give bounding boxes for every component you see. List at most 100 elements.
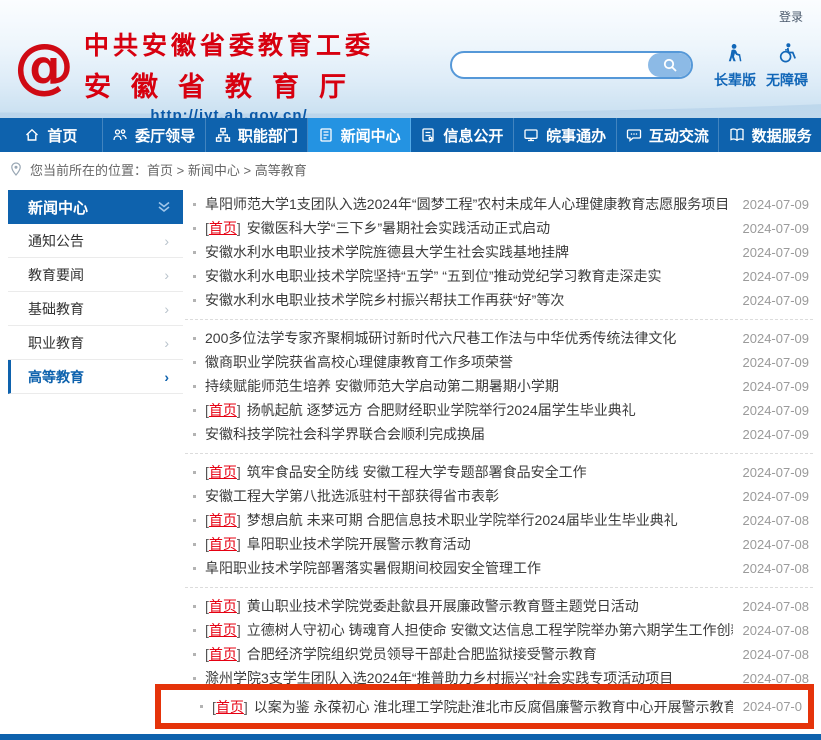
flag-label[interactable]: 首页 xyxy=(209,646,237,662)
bullet-icon xyxy=(193,275,196,278)
news-date: 2024-07-09 xyxy=(743,293,814,308)
news-list-item[interactable]: 安徽水利水电职业技术学院坚持“五学” “五到位”推动党纪学习教育走深走实2024… xyxy=(185,264,813,288)
front-page-flag: [首页] xyxy=(205,644,241,664)
news-list-item[interactable]: [首页]黄山职业技术学院党委赴歙县开展廉政警示教育暨主题党日活动2024-07-… xyxy=(185,594,813,618)
news-list-item[interactable]: [首页]梦想启航 未来可期 合肥信息技术职业学院举行2024届毕业生毕业典礼20… xyxy=(185,508,813,532)
login-link[interactable]: 登录 xyxy=(779,8,803,25)
breadcrumb-link[interactable]: 高等教育 xyxy=(255,163,307,178)
news-list-item[interactable]: [首页]扬帆起航 逐梦远方 合肥财经职业学院举行2024届学生毕业典礼2024-… xyxy=(185,398,813,422)
news-list-item[interactable]: 阜阳师范大学1支团队入选2024年“圆梦工程”农村未成年人心理健康教育志愿服务项… xyxy=(185,192,813,216)
news-title[interactable]: 安徽医科大学“三下乡”暑期社会实践活动正式启动 xyxy=(247,218,733,238)
news-list-item[interactable]: 阜阳职业技术学院部署落实暑假期间校园安全管理工作2024-07-08 xyxy=(185,556,813,580)
news-title[interactable]: 阜阳职业技术学院开展警示教育活动 xyxy=(247,534,733,554)
news-title[interactable]: 安徽水利水电职业技术学院旌德县大学生社会实践基地挂牌 xyxy=(205,242,733,262)
news-title[interactable]: 合肥经济学院组织党员领导干部赴合肥监狱接受警示教育 xyxy=(247,644,733,664)
flag-bracket: ] xyxy=(237,464,241,480)
nav-item-label: 皖事通办 xyxy=(546,125,606,146)
nav-item-home[interactable]: 首页 xyxy=(0,118,103,152)
sidebar-item-教育要闻[interactable]: 教育要闻› xyxy=(8,258,183,292)
news-date: 2024-07-0 xyxy=(743,699,806,714)
sidebar-item-职业教育[interactable]: 职业教育› xyxy=(8,326,183,360)
breadcrumb: 您当前所在的位置： 首页 > 新闻中心 > 高等教育 xyxy=(0,152,821,186)
nav-item-disclosure[interactable]: 信息公开 xyxy=(411,118,514,152)
news-list-item[interactable]: 安徽工程大学第八批选派驻村干部获得省市表彰2024-07-09 xyxy=(185,484,813,508)
nav-item-news[interactable]: 新闻中心 xyxy=(308,118,411,152)
flag-label[interactable]: 首页 xyxy=(209,464,237,480)
news-list-item[interactable]: 安徽水利水电职业技术学院乡村振兴帮扶工作再获“好”等次 2024-07-09 xyxy=(185,288,813,312)
news-title[interactable]: 筑牢食品安全防线 安徽工程大学专题部署食品安全工作 xyxy=(247,462,733,482)
nav-item-interaction[interactable]: 互动交流 xyxy=(617,118,720,152)
bullet-icon xyxy=(193,471,196,474)
news-list: 阜阳师范大学1支团队入选2024年“圆梦工程”农村未成年人心理健康教育志愿服务项… xyxy=(185,192,813,690)
breadcrumb-link[interactable]: 新闻中心 xyxy=(188,163,240,178)
news-title[interactable]: 扬帆起航 逐梦远方 合肥财经职业学院举行2024届学生毕业典礼 xyxy=(247,400,733,420)
sidebar-item-高等教育[interactable]: 高等教育› xyxy=(8,360,183,394)
flag-label[interactable]: 首页 xyxy=(209,220,237,236)
accessibility-button[interactable]: 无障碍 xyxy=(760,42,814,90)
news-list-item[interactable]: [首页]阜阳职业技术学院开展警示教育活动2024-07-08 xyxy=(185,532,813,556)
document-list-icon xyxy=(420,127,436,143)
search-button[interactable] xyxy=(648,53,691,77)
nav-item-data[interactable]: 数据服务 xyxy=(719,118,821,152)
nav-item-services[interactable]: 皖事通办 xyxy=(514,118,617,152)
nav-item-leaders[interactable]: 委厅领导 xyxy=(103,118,206,152)
nav-item-label: 首页 xyxy=(47,125,77,146)
sidebar-item-通知公告[interactable]: 通知公告› xyxy=(8,224,183,258)
bullet-icon xyxy=(193,629,196,632)
bullet-icon xyxy=(193,299,196,302)
nav-item-label: 新闻中心 xyxy=(341,125,401,146)
bullet-icon xyxy=(193,409,196,412)
highlight-box[interactable]: [首页]以案为鉴 永葆初心 淮北理工学院赴淮北市反腐倡廉警示教育中心开展警示教育… xyxy=(155,684,814,729)
front-page-flag: [首页] xyxy=(205,534,241,554)
nav-item-departments[interactable]: 职能部门 xyxy=(206,118,309,152)
bullet-icon xyxy=(193,677,196,680)
news-list-item[interactable]: [首页]合肥经济学院组织党员领导干部赴合肥监狱接受警示教育2024-07-08 xyxy=(185,642,813,666)
news-date: 2024-07-09 xyxy=(743,245,814,260)
news-title[interactable]: 以案为鉴 永葆初心 淮北理工学院赴淮北市反腐倡廉警示教育中心开展警示教育 xyxy=(254,697,733,717)
news-date: 2024-07-09 xyxy=(743,331,814,346)
news-list-item[interactable]: 持续赋能师范生培养 安徽师范大学启动第二期暑期小学期 2024-07-09 xyxy=(185,374,813,398)
news-title[interactable]: 安徽水利水电职业技术学院坚持“五学” “五到位”推动党纪学习教育走深走实 xyxy=(205,266,733,286)
news-title[interactable]: 安徽水利水电职业技术学院乡村振兴帮扶工作再获“好”等次 xyxy=(205,290,733,310)
group-separator xyxy=(185,453,813,454)
breadcrumb-link[interactable]: 首页 xyxy=(147,163,173,178)
news-list-item[interactable]: [首页]安徽医科大学“三下乡”暑期社会实践活动正式启动2024-07-09 xyxy=(185,216,813,240)
news-title[interactable]: 持续赋能师范生培养 安徽师范大学启动第二期暑期小学期 xyxy=(205,376,733,396)
news-list-item[interactable]: 200多位法学专家齐聚桐城研讨新时代六尺巷工作法与中华优秀传统法律文化 2024-… xyxy=(185,326,813,350)
news-title[interactable]: 立德树人守初心 铸魂育人担使命 安徽文达信息工程学院举办第六期学生工作创新论坛 xyxy=(247,620,733,640)
sidebar-item-基础教育[interactable]: 基础教育› xyxy=(8,292,183,326)
search-input[interactable] xyxy=(452,53,648,77)
news-title[interactable]: 阜阳职业技术学院部署落实暑假期间校园安全管理工作 xyxy=(205,558,733,578)
flag-label[interactable]: 首页 xyxy=(209,512,237,528)
flag-label[interactable]: 首页 xyxy=(209,622,237,638)
sidebar-menu: 新闻中心 通知公告›教育要闻›基础教育›职业教育›高等教育› xyxy=(8,190,183,394)
front-page-flag: [首页] xyxy=(205,620,241,640)
news-title[interactable]: 安徽科技学院社会科学界联合会顺利完成换届 xyxy=(205,424,733,444)
news-list-item[interactable]: [首页] 立德树人守初心 铸魂育人担使命 安徽文达信息工程学院举办第六期学生工作创… xyxy=(185,618,813,642)
search-icon xyxy=(662,57,678,73)
news-list-item[interactable]: [首页]以案为鉴 永葆初心 淮北理工学院赴淮北市反腐倡廉警示教育中心开展警示教育… xyxy=(192,695,806,719)
bullet-icon xyxy=(193,361,196,364)
sidebar-header[interactable]: 新闻中心 xyxy=(8,190,183,224)
elder-version-button[interactable]: 长辈版 xyxy=(708,42,762,90)
news-date: 2024-07-09 xyxy=(743,379,814,394)
news-title[interactable]: 黄山职业技术学院党委赴歙县开展廉政警示教育暨主题党日活动 xyxy=(247,596,733,616)
wheelchair-icon xyxy=(775,51,799,68)
news-title[interactable]: 安徽工程大学第八批选派驻村干部获得省市表彰 xyxy=(205,486,733,506)
flag-bracket: ] xyxy=(244,699,248,715)
bullet-icon xyxy=(200,705,203,708)
news-list-item[interactable]: 安徽科技学院社会科学界联合会顺利完成换届2024-07-09 xyxy=(185,422,813,446)
news-title[interactable]: 阜阳师范大学1支团队入选2024年“圆梦工程”农村未成年人心理健康教育志愿服务项… xyxy=(205,194,733,214)
news-list-item[interactable]: 安徽水利水电职业技术学院旌德县大学生社会实践基地挂牌 2024-07-09 xyxy=(185,240,813,264)
flag-label[interactable]: 首页 xyxy=(216,699,244,715)
flag-label[interactable]: 首页 xyxy=(209,536,237,552)
news-list-item[interactable]: 徽商职业学院获省高校心理健康教育工作多项荣誉2024-07-09 xyxy=(185,350,813,374)
flag-label[interactable]: 首页 xyxy=(209,598,237,614)
news-title[interactable]: 梦想启航 未来可期 合肥信息技术职业学院举行2024届毕业生毕业典礼 xyxy=(247,510,733,530)
flag-label[interactable]: 首页 xyxy=(209,402,237,418)
news-list-item[interactable]: [首页]筑牢食品安全防线 安徽工程大学专题部署食品安全工作2024-07-09 xyxy=(185,460,813,484)
news-title[interactable]: 徽商职业学院获省高校心理健康教育工作多项荣誉 xyxy=(205,352,733,372)
flag-bracket: ] xyxy=(237,598,241,614)
news-title[interactable]: 200多位法学专家齐聚桐城研讨新时代六尺巷工作法与中华优秀传统法律文化 xyxy=(205,328,733,348)
site-logo-icon: @ xyxy=(14,34,74,124)
